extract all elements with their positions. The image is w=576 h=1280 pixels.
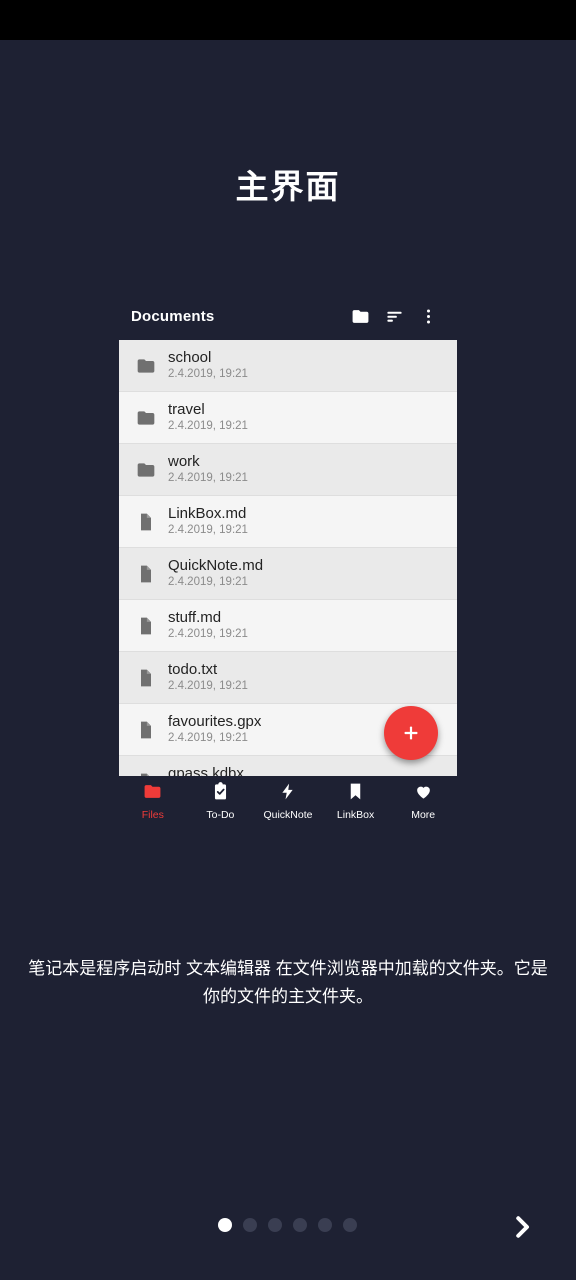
file-list-item[interactable]: work 2.4.2019, 19:21 — [119, 444, 457, 496]
file-icon — [129, 564, 163, 584]
folder-icon — [129, 408, 163, 428]
folder-icon — [129, 460, 163, 480]
page-dot[interactable] — [268, 1218, 282, 1232]
folder-icon — [143, 782, 162, 806]
page-indicator[interactable] — [218, 1218, 357, 1232]
clipboard-check-icon — [211, 781, 230, 806]
nav-item-files[interactable]: Files — [119, 782, 187, 821]
file-date: 2.4.2019, 19:21 — [168, 732, 248, 745]
app-screenshot-preview: Documents school 2.4.2019, 19:21 travel … — [119, 292, 457, 776]
overflow-menu-icon[interactable] — [411, 299, 445, 333]
status-bar — [0, 0, 576, 40]
file-name: stuff.md — [168, 608, 222, 626]
page-title: 主界面 — [235, 168, 341, 205]
file-date: 2.4.2019, 19:21 — [168, 576, 248, 589]
app-toolbar: Documents — [119, 292, 457, 340]
file-list-item[interactable]: travel 2.4.2019, 19:21 — [119, 392, 457, 444]
page-description: 笔记本是程序启动时 文本编辑器 在文件浏览器中加载的文件夹。它是你的文件的主文件… — [28, 959, 548, 1007]
nav-item-label: QuickNote — [263, 808, 313, 821]
add-fab[interactable] — [384, 706, 438, 760]
file-icon — [129, 720, 163, 740]
page-dot[interactable] — [218, 1218, 232, 1232]
file-date: 2.4.2019, 19:21 — [168, 628, 248, 641]
next-button[interactable] — [500, 1205, 544, 1249]
nav-item-more[interactable]: More — [389, 782, 457, 821]
folder-icon — [129, 356, 163, 376]
file-name: school — [168, 348, 212, 366]
file-date: 2.4.2019, 19:21 — [168, 368, 248, 381]
page-dot[interactable] — [318, 1218, 332, 1232]
file-date: 2.4.2019, 19:21 — [168, 472, 248, 485]
file-list-item[interactable]: todo.txt 2.4.2019, 19:21 — [119, 652, 457, 704]
file-date: 2.4.2019, 19:21 — [168, 420, 248, 433]
file-name: QuickNote.md — [168, 556, 264, 574]
page-dot[interactable] — [343, 1218, 357, 1232]
file-name: gpass.kdbx — [168, 764, 244, 776]
file-list-item[interactable]: school 2.4.2019, 19:21 — [119, 340, 457, 392]
file-name: todo.txt — [168, 660, 218, 678]
page-dot[interactable] — [243, 1218, 257, 1232]
page-dot[interactable] — [293, 1218, 307, 1232]
file-date: 2.4.2019, 19:21 — [168, 680, 248, 693]
nav-item-quicknote[interactable]: QuickNote — [254, 782, 322, 821]
nav-item-label: Files — [141, 808, 164, 821]
file-icon — [129, 512, 163, 532]
nav-item-label: To-Do — [206, 808, 235, 821]
file-icon — [129, 668, 163, 688]
file-name: LinkBox.md — [168, 504, 247, 522]
heart-icon — [414, 782, 433, 806]
file-date: 2.4.2019, 19:21 — [168, 524, 248, 537]
file-name: travel — [168, 400, 205, 418]
onboarding-screen: 主界面 Documents school 2.4.2019, 19:21 tra… — [0, 0, 576, 1280]
nav-item-label: More — [411, 808, 436, 821]
file-name: favourites.gpx — [168, 712, 262, 730]
nav-item-to-do[interactable]: To-Do — [187, 781, 255, 821]
file-list-item[interactable]: QuickNote.md 2.4.2019, 19:21 — [119, 548, 457, 600]
nav-item-linkbox[interactable]: LinkBox — [322, 782, 390, 821]
file-icon — [129, 616, 163, 636]
file-name: work — [168, 452, 200, 470]
file-list-item[interactable]: stuff.md 2.4.2019, 19:21 — [119, 600, 457, 652]
file-list-item[interactable]: LinkBox.md 2.4.2019, 19:21 — [119, 496, 457, 548]
toolbar-title: Documents — [131, 307, 215, 325]
lightning-bolt-icon — [278, 782, 297, 806]
new-folder-icon[interactable] — [343, 299, 377, 333]
sort-icon[interactable] — [377, 299, 411, 333]
bookmark-icon — [346, 782, 365, 806]
nav-item-label: LinkBox — [336, 808, 375, 821]
bottom-navigation[interactable]: Files To-Do QuickNote LinkBox More — [119, 776, 457, 826]
